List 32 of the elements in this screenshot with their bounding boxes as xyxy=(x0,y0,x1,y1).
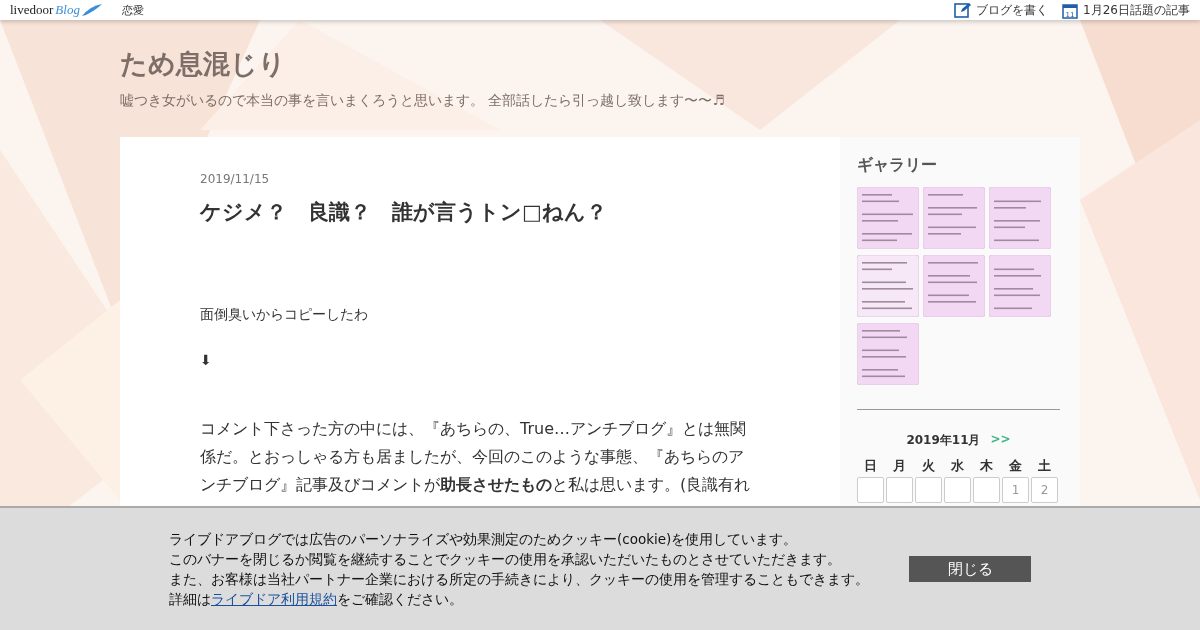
banner-text: このバナーを閉じるか閲覧を継続することでクッキーの使用を承認いただいたものとさせていただきます。 xyxy=(169,550,842,569)
blog-title[interactable]: ため息混じり xyxy=(120,46,1080,82)
empty-day-cell xyxy=(886,477,913,503)
weekday-label: 月 xyxy=(892,457,907,475)
terms-link[interactable]: ライブドア利用規約 xyxy=(211,591,337,607)
link-label: 1月26日話題の記事 xyxy=(1083,1,1190,19)
blog-description: 嘘つき女がいるので本当の事を言いまくろうと思います。 全部話したら引っ越し致します〜〜♬ xyxy=(120,92,726,110)
gallery-title: ギャラリー xyxy=(857,155,938,176)
weekday-label: 金 xyxy=(1008,457,1023,475)
close-button[interactable]: 閉じる xyxy=(909,556,1031,582)
banner-text: また、お客様は当社パートナー企業における所定の手続きにより、クッキーの使用を管理することもできます。 xyxy=(169,570,869,589)
post-paragraph: ⬇ xyxy=(200,351,213,370)
weekday-label: 木 xyxy=(979,457,994,475)
empty-day-cell xyxy=(973,477,1000,503)
post-paragraph: コメント下さった方の中には、『あちらの、True…アンチブログ』とは無関係だ。とおっしゃる方も居ましたが、今回のこのような事態、『あちらのアンチブログ』記事及びコメントが助長させたものと私は思います。(良識有れ xyxy=(200,418,752,496)
banner-text: 詳細はライブドア利用規約をご確認ください。 xyxy=(169,590,464,609)
post-title[interactable]: ケジメ？ 良識？ 誰が言うトン□ねん？ xyxy=(200,198,755,226)
category-link[interactable]: 恋愛 xyxy=(121,2,144,18)
link-label: ブログを書く xyxy=(976,1,1049,19)
banner-text: ライブドアブログでは広告のパーソナライズや効果測定のためクッキー(cookie)を使用しています。 xyxy=(169,530,799,549)
post-paragraph: 面倒臭いからコピーしたわ xyxy=(200,305,369,324)
weekday-label: 水 xyxy=(950,457,965,475)
empty-day-cell xyxy=(915,477,942,503)
weekday-label: 火 xyxy=(921,457,936,475)
weekday-label: 日 xyxy=(863,457,878,475)
empty-day-cell xyxy=(944,477,971,503)
header-link[interactable]: ブログを書く xyxy=(954,1,1049,19)
empty-day-cell xyxy=(857,477,884,503)
livedoor-blog-logo[interactable]: livedoorBlog xyxy=(10,2,102,18)
post-date: 2019/11/15 xyxy=(200,172,271,186)
calendar-month: 2019年11月 xyxy=(906,432,981,449)
weekday-label: 土 xyxy=(1037,457,1052,475)
